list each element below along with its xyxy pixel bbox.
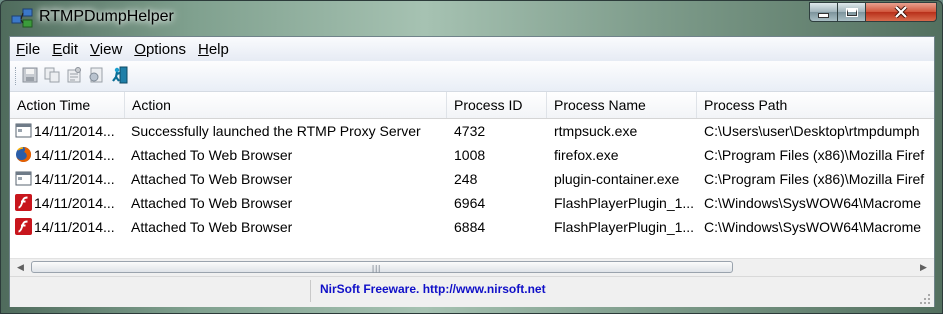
flash-icon [15, 218, 32, 235]
cell-action-time: 14/11/2014... [34, 219, 115, 235]
cell-process-id: 6884 [454, 219, 486, 235]
menu-bar: File Edit View Options Help [10, 37, 934, 61]
html-report-button[interactable] [87, 66, 105, 84]
cell-action: Attached To Web Browser [131, 195, 293, 211]
menu-edit[interactable]: Edit [46, 41, 84, 58]
cell-action: Successfully launched the RTMP Proxy Ser… [131, 123, 421, 139]
table-row[interactable]: 14/11/2014... Attached To Web Browser 10… [10, 143, 934, 167]
save-icon [22, 67, 38, 83]
window-title: RTMPDumpHelper [39, 8, 174, 25]
status-panel [10, 280, 311, 302]
cell-action-time: 14/11/2014... [34, 123, 115, 139]
arrow-right-icon: ▶ [920, 262, 927, 272]
cell-process-id: 6964 [454, 195, 486, 211]
table-row[interactable]: 14/11/2014... Attached To Web Browser 69… [10, 191, 934, 215]
table-row[interactable]: 14/11/2014... Attached To Web Browser 68… [10, 215, 934, 239]
resize-grip[interactable] [919, 292, 931, 304]
html-report-icon [89, 67, 103, 83]
cell-process-name: FlashPlayerPlugin_1... [554, 219, 695, 235]
cell-process-path: C:\Users\user\Desktop\rtmpdumph [704, 123, 920, 139]
cell-process-id: 248 [454, 171, 478, 187]
cell-process-path: C:\Program Files (x86)\Mozilla Firef [704, 171, 925, 187]
cell-action-time: 14/11/2014... [34, 171, 115, 187]
close-icon [894, 6, 908, 18]
app-window: RTMPDumpHelper File Edit View Options He… [0, 0, 943, 314]
column-header-process-path[interactable]: Process Path [697, 92, 934, 118]
column-header-action-time[interactable]: Action Time [10, 92, 125, 118]
close-button[interactable] [865, 2, 937, 22]
cell-action: Attached To Web Browser [131, 219, 293, 235]
cell-process-name: rtmpsuck.exe [554, 123, 638, 139]
firefox-icon [15, 146, 32, 163]
grip-icon: ||| [372, 264, 382, 273]
properties-icon [67, 67, 81, 83]
scroll-left-button[interactable]: ◀ [12, 259, 29, 276]
cell-action-time: 14/11/2014... [34, 147, 115, 163]
cell-process-path: C:\Windows\SysWOW64\Macrome [704, 219, 922, 235]
cell-process-name: plugin-container.exe [554, 171, 680, 187]
window-app-icon [15, 122, 32, 139]
exit-button[interactable] [111, 66, 129, 84]
table-row[interactable]: 14/11/2014... Successfully launched the … [10, 119, 934, 143]
cell-process-id: 4732 [454, 123, 486, 139]
maximize-icon [845, 7, 858, 17]
copy-button[interactable] [43, 66, 61, 84]
list-header: Action Time Action Process ID Process Na… [10, 92, 934, 119]
nirsoft-link[interactable]: NirSoft Freeware. http://www.nirsoft.net [320, 282, 546, 296]
menu-view[interactable]: View [84, 41, 128, 58]
properties-button[interactable] [65, 66, 83, 84]
table-row[interactable]: 14/11/2014... Attached To Web Browser 24… [10, 167, 934, 191]
menu-file[interactable]: File [10, 41, 46, 58]
flash-icon [15, 194, 32, 211]
column-header-action[interactable]: Action [125, 92, 447, 118]
column-header-process-id[interactable]: Process ID [447, 92, 547, 118]
arrow-left-icon: ◀ [17, 262, 24, 272]
column-header-process-name[interactable]: Process Name [547, 92, 697, 118]
resize-grip-icon [920, 294, 930, 304]
menu-options[interactable]: Options [128, 41, 192, 58]
status-bar: NirSoft Freeware. http://www.nirsoft.net [10, 276, 934, 307]
cell-process-path: C:\Program Files (x86)\Mozilla Firef [704, 147, 925, 163]
title-bar[interactable]: RTMPDumpHelper [1, 1, 942, 34]
cell-process-id: 1008 [454, 147, 486, 163]
scroll-thumb[interactable]: ||| [31, 261, 733, 273]
cell-action: Attached To Web Browser [131, 147, 293, 163]
window-app-icon [15, 170, 32, 187]
scroll-right-button[interactable]: ▶ [915, 259, 932, 276]
minimize-icon [818, 13, 829, 18]
toolbar-grip[interactable] [15, 67, 18, 85]
exit-icon [112, 66, 128, 84]
cell-process-name: FlashPlayerPlugin_1... [554, 195, 695, 211]
cell-action-time: 14/11/2014... [34, 195, 115, 211]
copy-icon [44, 67, 60, 83]
horizontal-scrollbar[interactable]: ◀ ||| ▶ [10, 258, 934, 276]
app-network-icon [11, 7, 33, 29]
maximize-button[interactable] [837, 2, 866, 22]
cell-action: Attached To Web Browser [131, 171, 293, 187]
cell-process-name: firefox.exe [554, 147, 619, 163]
action-list[interactable]: Action Time Action Process ID Process Na… [10, 92, 934, 258]
client-area: File Edit View Options Help Action Time … [9, 36, 935, 307]
cell-process-path: C:\Windows\SysWOW64\Macrome [704, 195, 922, 211]
menu-help[interactable]: Help [192, 41, 235, 58]
toolbar [10, 61, 934, 92]
minimize-button[interactable] [809, 2, 838, 22]
save-button[interactable] [21, 66, 39, 84]
